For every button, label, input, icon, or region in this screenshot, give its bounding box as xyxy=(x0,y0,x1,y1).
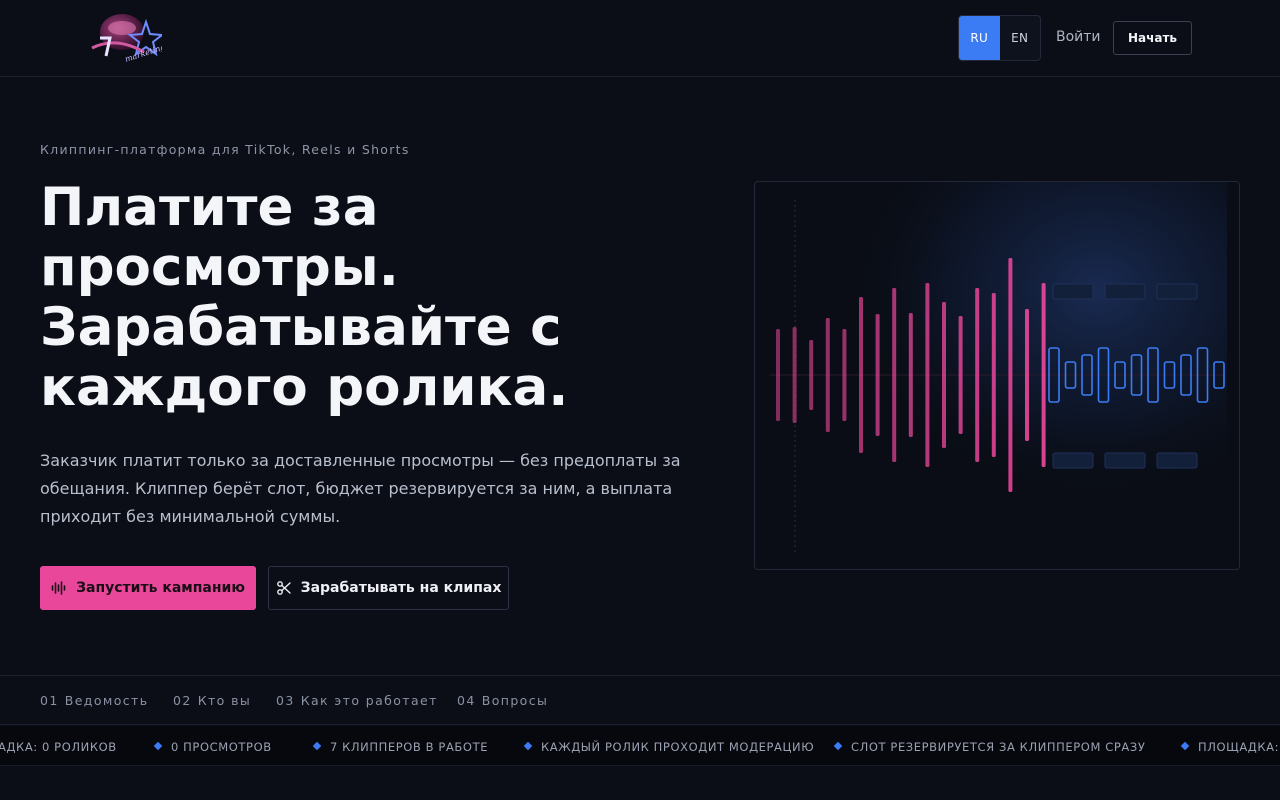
diamond-icon xyxy=(312,741,322,751)
waveform-icon xyxy=(51,580,67,596)
pink-waveform-bar xyxy=(925,283,930,467)
pink-waveform-bar xyxy=(908,313,913,437)
ticker-item: СЛОТ РЕЗЕРВИРУЕТСЯ ЗА КЛИППЕРОМ СРАЗУ xyxy=(851,740,1146,754)
earn-on-clips-button[interactable]: Зарабатывать на клипах xyxy=(268,566,509,610)
pink-waveform-bar xyxy=(1008,258,1013,492)
pink-waveform-bar xyxy=(1041,283,1046,467)
pink-waveform-bar xyxy=(825,318,830,432)
pink-waveform-bar xyxy=(942,302,946,448)
waveform-illustration xyxy=(765,182,1227,569)
slot-block xyxy=(1104,452,1146,469)
ticker-item: ПЛОЩАДКА: 0 xyxy=(1198,740,1280,754)
hero-title: Платите за просмотры. Зарабатывайте с ка… xyxy=(40,178,740,418)
launch-campaign-label: Запустить кампанию xyxy=(76,580,245,596)
section-link-statement[interactable]: 01 Ведомость xyxy=(40,693,148,708)
start-button[interactable]: Начать xyxy=(1113,21,1192,55)
pink-waveform-bar xyxy=(859,297,863,453)
hero-title-line: Зарабатывайте с xyxy=(40,297,562,358)
pink-waveform-bar xyxy=(892,288,897,462)
scissors-icon xyxy=(276,580,292,596)
ticker-item: КАЖДЫЙ РОЛИК ПРОХОДИТ МОДЕРАЦИЮ xyxy=(541,740,815,754)
lang-ru-button[interactable]: RU xyxy=(959,16,1000,60)
brand-logo[interactable]: marketing xyxy=(86,8,166,68)
pink-waveform-bar xyxy=(958,316,963,434)
hero-title-line: просмотры. xyxy=(40,237,399,298)
ticker-item: АДКА: 0 РОЛИКОВ xyxy=(0,740,117,754)
diamond-icon xyxy=(833,741,843,751)
ticker-item: 0 ПРОСМОТРОВ xyxy=(171,740,272,754)
slot-block xyxy=(1052,452,1094,469)
slot-block xyxy=(1104,283,1146,300)
pink-waveform-bar xyxy=(792,327,797,423)
hero-title-line: Платите за xyxy=(40,177,379,238)
hero-title-line: каждого ролика. xyxy=(40,357,569,418)
diamond-icon xyxy=(523,741,533,751)
earn-on-clips-label: Зарабатывать на клипах xyxy=(300,580,502,596)
diamond-icon xyxy=(1180,741,1190,751)
section-link-who-are-you[interactable]: 02 Кто вы xyxy=(173,693,251,708)
language-switcher: RU EN xyxy=(958,15,1041,61)
pink-waveform-bar xyxy=(875,314,880,436)
pink-waveform-bar xyxy=(1025,309,1029,441)
section-nav: 01 Ведомость 02 Кто вы 03 Как это работает … xyxy=(0,675,1280,725)
stats-ticker: АДКА: 0 РОЛИКОВ 0 ПРОСМОТРОВ 7 КЛИППЕРОВ… xyxy=(0,726,1280,766)
section-link-questions[interactable]: 04 Вопросы xyxy=(457,693,548,708)
diamond-icon xyxy=(153,741,163,751)
slot-block xyxy=(1156,452,1198,469)
launch-campaign-button[interactable]: Запустить кампанию xyxy=(40,566,256,610)
lang-en-button[interactable]: EN xyxy=(1000,16,1041,60)
logo-star-icon: marketing xyxy=(91,14,166,64)
pink-waveform-bar xyxy=(975,288,980,462)
pink-waveform-bar xyxy=(842,329,847,421)
login-link[interactable]: Войти xyxy=(1056,29,1101,45)
ticker-item: 7 КЛИППЕРОВ В РАБОТЕ xyxy=(330,740,489,754)
hero-description: Заказчик платит только за доставленные п… xyxy=(40,451,681,526)
pink-waveform-bar xyxy=(809,340,814,410)
waveform-visual xyxy=(754,181,1240,570)
pink-waveform-bar xyxy=(991,293,996,457)
pink-waveform-bar xyxy=(776,329,780,421)
section-link-how-it-works[interactable]: 03 Как это работает xyxy=(276,693,438,708)
slot-block xyxy=(1052,283,1094,300)
slot-block xyxy=(1156,283,1198,300)
hero-eyebrow: Клиппинг-платформа для TikTok, Reels и S… xyxy=(40,142,410,157)
top-header: marketing RU EN Войти Начать xyxy=(0,0,1280,77)
